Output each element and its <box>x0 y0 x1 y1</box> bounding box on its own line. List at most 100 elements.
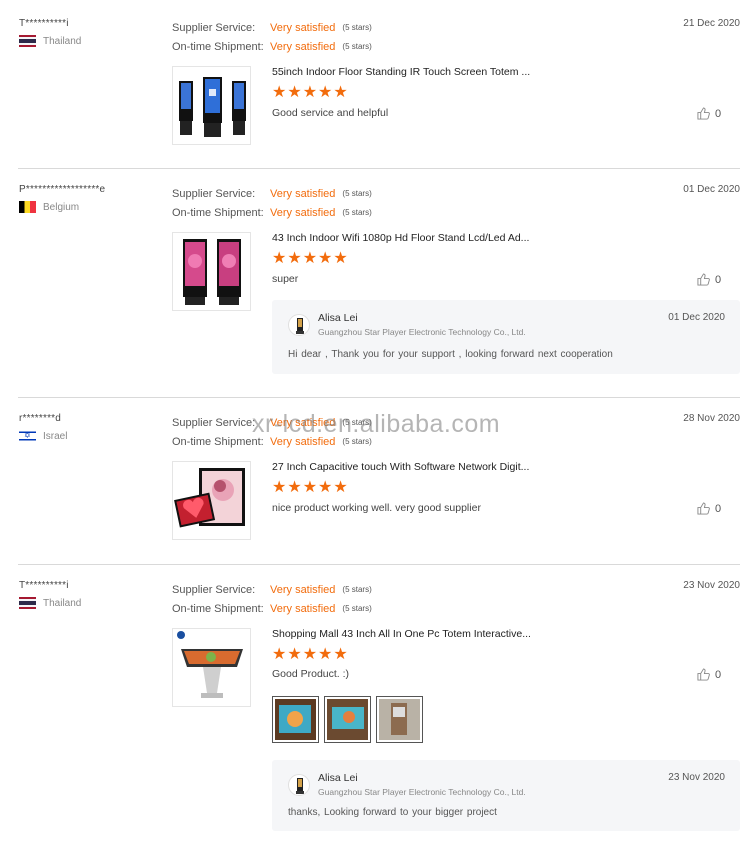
review-photo[interactable] <box>272 696 319 743</box>
buyer-photo-image <box>379 699 420 740</box>
product-thumbnail[interactable] <box>172 628 251 707</box>
shipment-stars: (5 stars) <box>342 604 372 613</box>
buyer-info: P******************e Belgium <box>19 184 105 213</box>
review-comment: nice product working well. very good sup… <box>272 502 481 514</box>
product-thumbnail[interactable] <box>172 461 251 540</box>
star-rating: ★★★★★ <box>272 82 349 101</box>
product-title-link[interactable]: 43 Inch Indoor Wifi 1080p Hd Floor Stand… <box>272 232 529 244</box>
like-count: 0 <box>715 273 722 286</box>
buyer-name: P******************e <box>19 184 106 195</box>
ratings: Supplier Service: Very satisfied (5 star… <box>172 184 372 222</box>
buyer-name: T**********i <box>19 18 69 29</box>
review-date: 21 Dec 2020 <box>683 18 740 29</box>
shipment-rating: Very satisfied <box>270 602 336 615</box>
supplier-avatar <box>288 774 310 796</box>
buyer-country: Belgium <box>19 201 105 213</box>
review-photo[interactable] <box>376 696 423 743</box>
product-thumbnail[interactable] <box>172 66 251 145</box>
ratings: Supplier Service: Very satisfied (5 star… <box>172 18 372 56</box>
supplier-reply: Alisa Lei Guangzhou Star Player Electron… <box>272 300 740 374</box>
review-date: 23 Nov 2020 <box>683 580 740 591</box>
thumbs-up-icon <box>697 107 710 120</box>
shipment-stars: (5 stars) <box>342 208 372 217</box>
like-count: 0 <box>715 668 722 681</box>
buyer-info: T**********i Thailand <box>19 580 81 609</box>
buyer-info: r********d Israel <box>19 413 67 442</box>
reply-author: Alisa Lei <box>318 772 358 784</box>
thumbs-up-icon <box>697 668 710 681</box>
supplier-service-label: Supplier Service: <box>172 187 256 200</box>
product-thumbnail[interactable] <box>172 232 251 311</box>
buyer-country: Israel <box>19 430 67 442</box>
reply-company: Guangzhou Star Player Electronic Technol… <box>318 787 526 797</box>
buyer-country: Thailand <box>19 597 81 609</box>
like-button[interactable]: 0 <box>697 107 721 120</box>
supplier-rating: Very satisfied <box>270 187 336 200</box>
star-rating: ★★★★★ <box>272 477 349 496</box>
floor-stand-product-image <box>183 239 241 305</box>
reply-text: thanks, Looking forward to your bigger p… <box>288 807 497 818</box>
buyer-country: Thailand <box>19 35 81 47</box>
supplier-avatar <box>288 314 310 336</box>
supplier-rating: Very satisfied <box>270 583 336 596</box>
touch-monitor-product-image <box>174 468 245 528</box>
kiosk-avatar-icon <box>296 778 304 794</box>
star-rating: ★★★★★ <box>272 248 349 267</box>
country-name: Belgium <box>43 201 80 213</box>
shipment-rating: Very satisfied <box>270 40 336 53</box>
kiosk-avatar-icon <box>296 318 304 334</box>
supplier-stars: (5 stars) <box>342 23 372 32</box>
review-divider <box>18 168 740 169</box>
product-title-link[interactable]: 27 Inch Capacitive touch With Software N… <box>272 461 529 473</box>
like-count: 0 <box>715 107 722 120</box>
star-rating: ★★★★★ <box>272 644 349 663</box>
buyer-name: T**********i <box>19 580 69 591</box>
supplier-service-label: Supplier Service: <box>172 21 256 34</box>
like-button[interactable]: 0 <box>697 502 721 515</box>
review-photo[interactable] <box>324 696 371 743</box>
shipment-rating: Very satisfied <box>270 206 336 219</box>
country-name: Thailand <box>43 35 82 47</box>
review-comment: Good Product. :) <box>272 668 350 680</box>
reply-date: 23 Nov 2020 <box>668 772 725 783</box>
reply-author: Alisa Lei <box>318 312 358 324</box>
review-date: 28 Nov 2020 <box>683 413 740 424</box>
belgium-flag-icon <box>19 201 36 213</box>
reply-date: 01 Dec 2020 <box>668 312 725 323</box>
reply-text: Hi dear , Thank you for your support , l… <box>288 349 613 360</box>
supplier-stars: (5 stars) <box>342 585 372 594</box>
buyer-name: r********d <box>19 413 62 424</box>
supplier-rating: Very satisfied <box>270 21 336 34</box>
review-divider <box>18 397 740 398</box>
thailand-flag-icon <box>19 35 36 47</box>
shipment-label: On-time Shipment: <box>172 40 264 53</box>
review-date: 01 Dec 2020 <box>683 184 740 195</box>
supplier-service-label: Supplier Service: <box>172 583 256 596</box>
like-button[interactable]: 0 <box>697 273 721 286</box>
thailand-flag-icon <box>19 597 36 609</box>
country-name: Israel <box>43 430 68 442</box>
buyer-photo-image <box>327 699 368 740</box>
shipment-label: On-time Shipment: <box>172 206 264 219</box>
buyer-info: T**********i Thailand <box>19 18 81 47</box>
product-title-link[interactable]: 55inch Indoor Floor Standing IR Touch Sc… <box>272 66 530 78</box>
supplier-stars: (5 stars) <box>342 189 372 198</box>
like-button[interactable]: 0 <box>697 668 721 681</box>
shipment-stars: (5 stars) <box>342 42 372 51</box>
israel-flag-icon <box>19 430 36 442</box>
review-comment: Good service and helpful <box>272 107 389 119</box>
supplier-reply: Alisa Lei Guangzhou Star Player Electron… <box>272 760 740 831</box>
reply-company: Guangzhou Star Player Electronic Technol… <box>318 327 526 337</box>
watermark-text: xr-lcd.en.alibaba.com <box>252 410 501 438</box>
thumbs-up-icon <box>697 273 710 286</box>
like-count: 0 <box>715 502 722 515</box>
table-kiosk-product-image <box>177 631 243 698</box>
product-title-link[interactable]: Shopping Mall 43 Inch All In One Pc Tote… <box>272 628 531 640</box>
review-divider <box>18 564 740 565</box>
country-name: Thailand <box>43 597 82 609</box>
thumbs-up-icon <box>697 502 710 515</box>
buyer-photo-image <box>275 699 316 740</box>
review-comment: super <box>272 273 299 285</box>
ratings: Supplier Service: Very satisfied (5 star… <box>172 580 372 618</box>
totem-product-image <box>179 77 246 137</box>
